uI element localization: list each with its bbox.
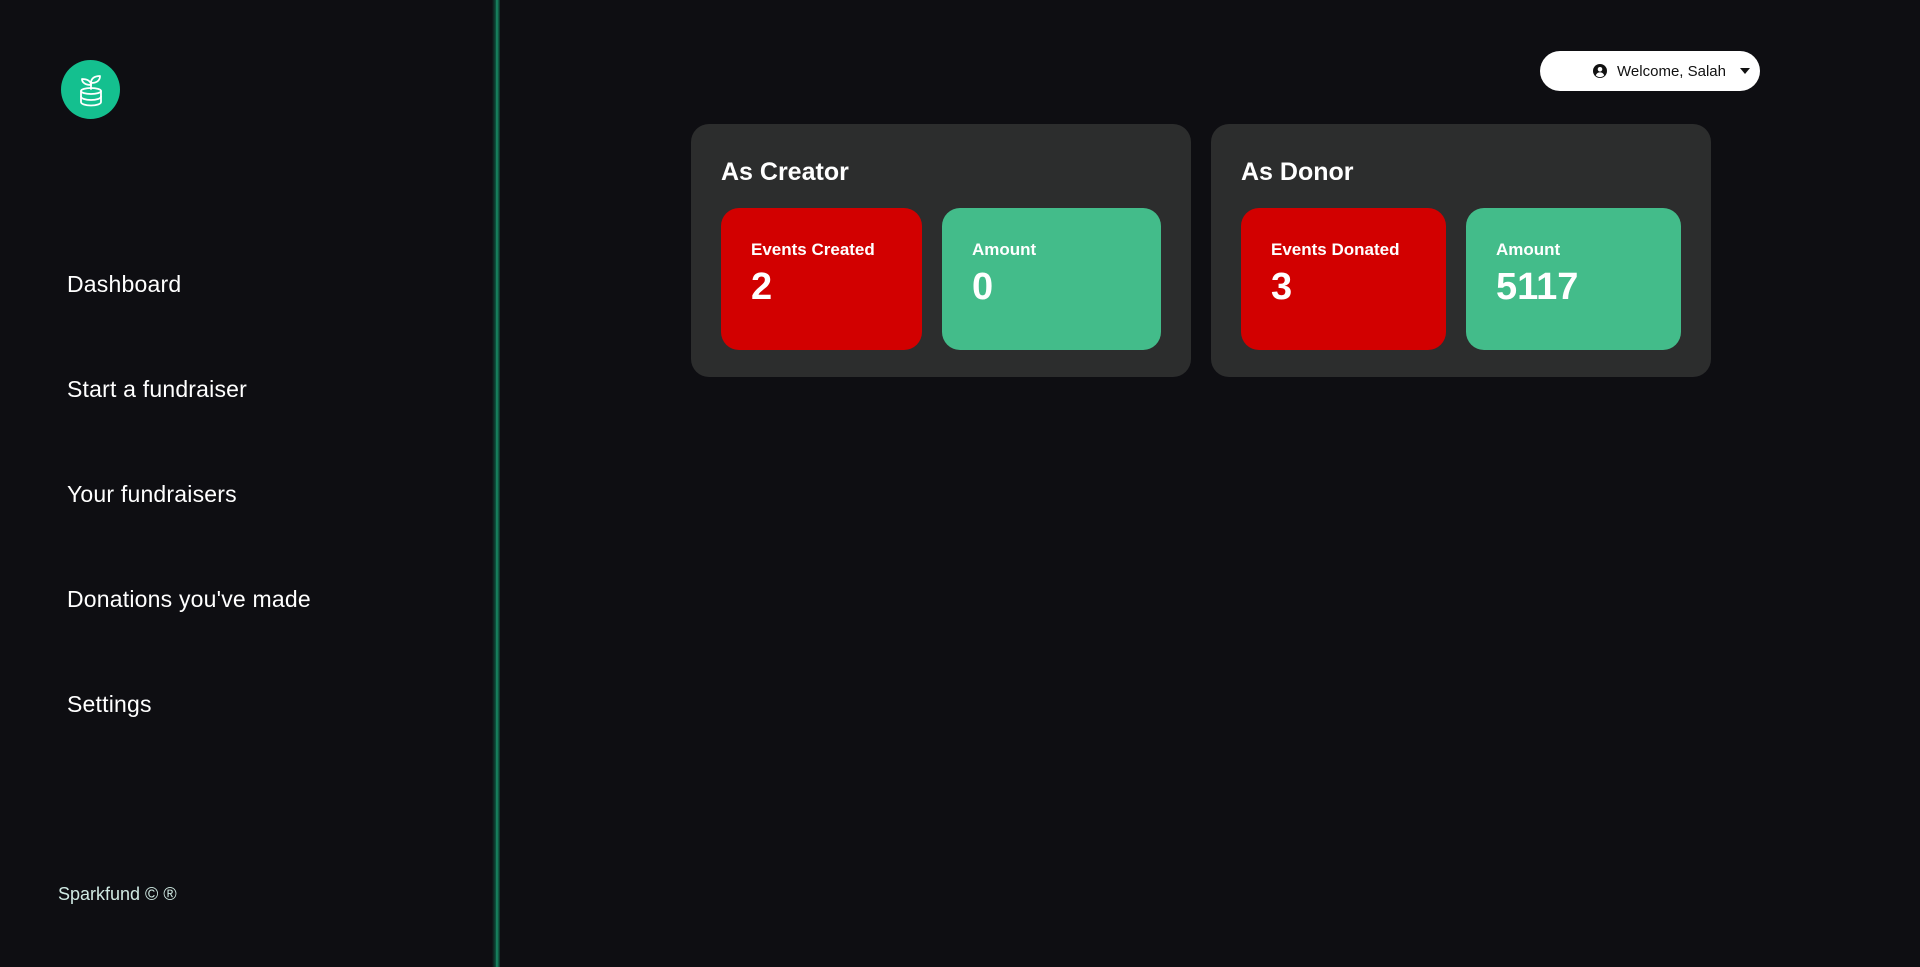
sidebar-divider — [492, 0, 500, 967]
donor-panel-title: As Donor — [1241, 158, 1354, 186]
sidebar-item-label: Donations you've made — [67, 586, 311, 612]
sidebar-item-settings[interactable]: Settings — [67, 690, 311, 795]
creator-panel: As Creator Events Created 2 Amount 0 — [691, 124, 1191, 377]
events-created-card: Events Created 2 — [721, 208, 922, 350]
sidebar-item-your-fundraisers[interactable]: Your fundraisers — [67, 480, 311, 585]
creator-amount-value: 0 — [972, 266, 994, 308]
sidebar-item-label: Dashboard — [67, 271, 182, 297]
sidebar-footer: Sparkfund © ® — [58, 884, 177, 904]
caret-down-icon — [1740, 68, 1750, 74]
user-circle-icon — [1593, 64, 1608, 78]
events-created-label: Events Created — [751, 240, 875, 259]
creator-stats: Events Created 2 Amount 0 — [721, 208, 1161, 350]
events-created-value: 2 — [751, 266, 773, 308]
sidebar-item-label: Settings — [67, 691, 152, 717]
sidebar-item-label: Your fundraisers — [67, 481, 237, 507]
sidebar-nav: Dashboard Start a fundraiser Your fundra… — [67, 270, 311, 795]
user-menu-button[interactable]: Welcome, Salah — [1540, 51, 1760, 91]
donor-panel: As Donor Events Donated 3 Amount 5117 — [1211, 124, 1711, 377]
donor-stats: Events Donated 3 Amount 5117 — [1241, 208, 1681, 350]
creator-amount-card: Amount 0 — [942, 208, 1161, 350]
sidebar: Dashboard Start a fundraiser Your fundra… — [0, 0, 500, 967]
events-donated-value: 3 — [1271, 266, 1293, 308]
main-content: Welcome, Salah As Creator Events Created… — [500, 0, 1920, 967]
user-menu-label: Welcome, Salah — [1617, 62, 1726, 80]
sidebar-item-dashboard[interactable]: Dashboard — [67, 270, 311, 375]
events-donated-label: Events Donated — [1271, 240, 1400, 259]
creator-panel-title: As Creator — [721, 158, 849, 186]
donor-amount-card: Amount 5117 — [1466, 208, 1681, 350]
plant-coin-icon — [79, 74, 102, 106]
creator-amount-label: Amount — [972, 240, 1037, 259]
sidebar-item-donations[interactable]: Donations you've made — [67, 585, 311, 690]
app-root: Dashboard Start a fundraiser Your fundra… — [0, 0, 1920, 967]
brand-logo[interactable] — [61, 60, 120, 119]
donor-amount-value: 5117 — [1496, 266, 1579, 308]
sidebar-item-start-fundraiser[interactable]: Start a fundraiser — [67, 375, 311, 480]
sidebar-item-label: Start a fundraiser — [67, 376, 248, 402]
events-donated-card: Events Donated 3 — [1241, 208, 1446, 350]
donor-amount-label: Amount — [1496, 240, 1561, 259]
